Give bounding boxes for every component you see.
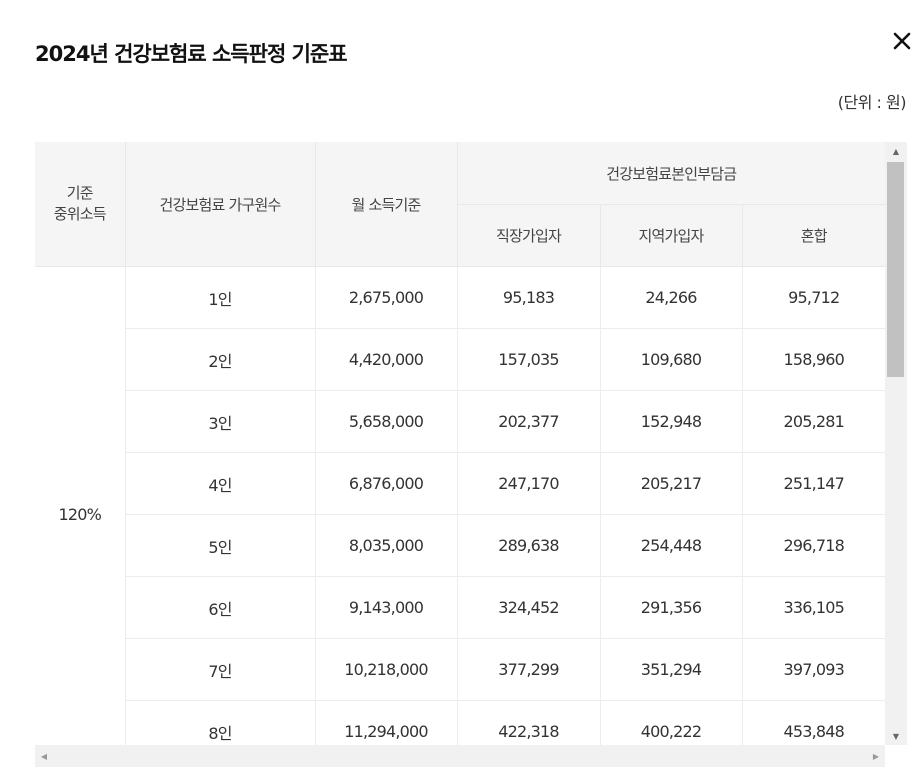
employee-premium-cell: 157,035	[457, 328, 601, 391]
monthly-income-cell: 5,658,000	[315, 390, 458, 453]
employee-premium-cell: 422,318	[457, 700, 601, 745]
table-row: 5인 8,035,000 289,638 254,448 296,718	[35, 514, 885, 577]
table-scroll-area[interactable]: 기준 중위소득 건강보험료 가구원수 월 소득기준 건강보험료본인부담금 직장가…	[35, 142, 885, 745]
scroll-down-arrow-icon[interactable]: ▼	[885, 727, 907, 745]
table-row: 3인 5,658,000 202,377 152,948 205,281	[35, 390, 885, 453]
vertical-scroll-thumb[interactable]	[887, 162, 904, 377]
household-cell: 4인	[125, 452, 316, 515]
employee-premium-cell: 247,170	[457, 452, 601, 515]
horizontal-scrollbar[interactable]: ◀ ▶	[35, 745, 885, 767]
table-row: 4인 6,876,000 247,170 205,217 251,147	[35, 452, 885, 515]
monthly-income-cell: 6,876,000	[315, 452, 458, 515]
mixed-premium-cell: 251,147	[742, 452, 885, 515]
mixed-premium-cell: 453,848	[742, 700, 885, 745]
median-income-cell: 120%	[35, 266, 126, 745]
header-employee: 직장가입자	[457, 204, 601, 267]
modal-title: 2024년 건강보험료 소득판정 기준표	[35, 42, 348, 66]
mixed-premium-cell: 205,281	[742, 390, 885, 453]
regional-premium-cell: 400,222	[600, 700, 743, 745]
household-cell: 1인	[125, 266, 316, 329]
employee-premium-cell: 324,452	[457, 576, 601, 639]
header-median-income: 기준 중위소득	[35, 142, 126, 267]
scroll-left-arrow-icon[interactable]: ◀	[35, 745, 53, 767]
monthly-income-cell: 11,294,000	[315, 700, 458, 745]
header-premium-group: 건강보험료본인부담금	[457, 142, 885, 205]
monthly-income-cell: 8,035,000	[315, 514, 458, 577]
vertical-scrollbar[interactable]: ▲ ▼	[885, 142, 907, 745]
mixed-premium-cell: 397,093	[742, 638, 885, 701]
employee-premium-cell: 202,377	[457, 390, 601, 453]
close-icon	[893, 32, 911, 50]
regional-premium-cell: 24,266	[600, 266, 743, 329]
income-criteria-table: 기준 중위소득 건강보험료 가구원수 월 소득기준 건강보험료본인부담금 직장가…	[35, 142, 885, 745]
header-regional: 지역가입자	[600, 204, 743, 267]
table-row: 6인 9,143,000 324,452 291,356 336,105	[35, 576, 885, 639]
table-body: 120% 1인 2,675,000 95,183 24,266 95,712 2인 4,420…	[35, 266, 885, 745]
monthly-income-cell: 9,143,000	[315, 576, 458, 639]
regional-premium-cell: 152,948	[600, 390, 743, 453]
unit-label: (단위 : 원)	[837, 93, 907, 112]
monthly-income-cell: 4,420,000	[315, 328, 458, 391]
income-criteria-modal: 2024년 건강보험료 소득판정 기준표 (단위 : 원) 기준 중위소득 건강…	[0, 0, 912, 772]
regional-premium-cell: 254,448	[600, 514, 743, 577]
table-row: 8인 11,294,000 422,318 400,222 453,848	[35, 700, 885, 745]
regional-premium-cell: 291,356	[600, 576, 743, 639]
table-row: 2인 4,420,000 157,035 109,680 158,960	[35, 328, 885, 391]
header-mixed: 혼합	[742, 204, 885, 267]
scroll-up-arrow-icon[interactable]: ▲	[885, 142, 907, 160]
mixed-premium-cell: 296,718	[742, 514, 885, 577]
household-cell: 2인	[125, 328, 316, 391]
monthly-income-cell: 2,675,000	[315, 266, 458, 329]
regional-premium-cell: 109,680	[600, 328, 743, 391]
mixed-premium-cell: 336,105	[742, 576, 885, 639]
regional-premium-cell: 205,217	[600, 452, 743, 515]
monthly-income-cell: 10,218,000	[315, 638, 458, 701]
household-cell: 5인	[125, 514, 316, 577]
household-cell: 8인	[125, 700, 316, 745]
regional-premium-cell: 351,294	[600, 638, 743, 701]
close-button[interactable]	[886, 28, 912, 58]
table-row: 120% 1인 2,675,000 95,183 24,266 95,712	[35, 266, 885, 745]
mixed-premium-cell: 158,960	[742, 328, 885, 391]
header-monthly-income: 월 소득기준	[315, 142, 458, 267]
employee-premium-cell: 95,183	[457, 266, 601, 329]
household-cell: 6인	[125, 576, 316, 639]
employee-premium-cell: 377,299	[457, 638, 601, 701]
mixed-premium-cell: 95,712	[742, 266, 885, 329]
table-row: 7인 10,218,000 377,299 351,294 397,093	[35, 638, 885, 701]
scroll-right-arrow-icon[interactable]: ▶	[867, 745, 885, 767]
household-cell: 3인	[125, 390, 316, 453]
household-cell: 7인	[125, 638, 316, 701]
header-household: 건강보험료 가구원수	[125, 142, 316, 267]
employee-premium-cell: 289,638	[457, 514, 601, 577]
